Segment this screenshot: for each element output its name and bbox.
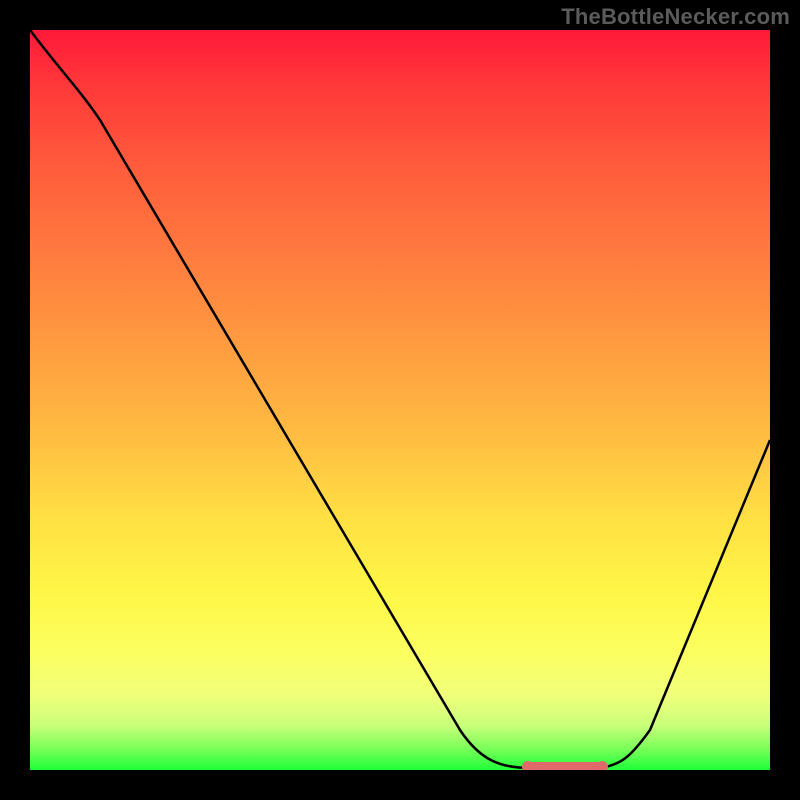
watermark-text: TheBottleNecker.com xyxy=(561,4,790,30)
curve-layer xyxy=(30,30,770,770)
bottleneck-curve xyxy=(30,30,770,768)
plot-area xyxy=(30,30,770,770)
chart-frame: TheBottleNecker.com xyxy=(0,0,800,800)
